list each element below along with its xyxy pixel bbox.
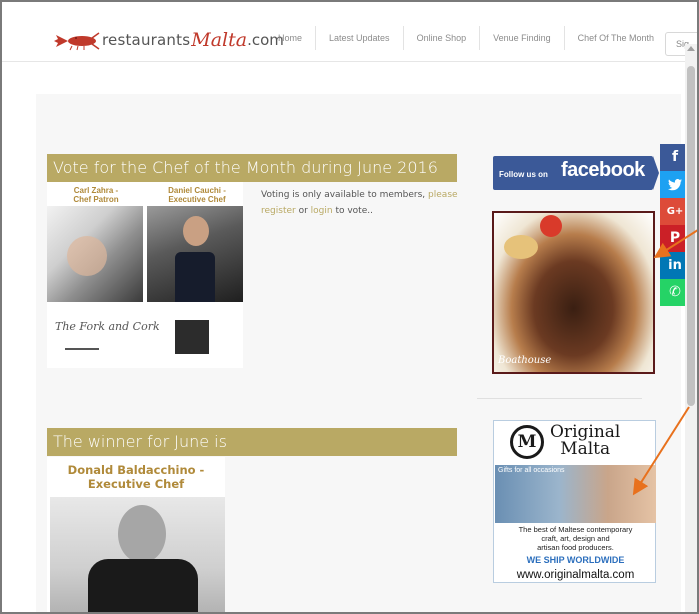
chef-nominees-image: Carl Zahra - Chef Patron Daniel Cauchi -…: [47, 182, 243, 368]
original-malta-logo-icon: M: [510, 425, 544, 459]
winner-banner: The winner for June is: [47, 428, 457, 456]
original-malta-ship-text: WE SHIP WORLDWIDE: [526, 555, 625, 565]
vote-text-before: Voting is only available to members,: [261, 190, 429, 200]
scrollbar-thumb[interactable]: [687, 66, 695, 406]
vertical-scrollbar[interactable]: [685, 44, 697, 612]
om-desc-line3: artisan food producers.: [537, 543, 614, 552]
chef-photo-right: [147, 206, 243, 302]
original-malta-title-line2: Malta: [560, 439, 611, 459]
main-nav: Home Latest Updates Online Shop Venue Fi…: [265, 26, 667, 50]
vote-text-after: to vote..: [332, 206, 373, 216]
restaurant-logo-box: [175, 320, 209, 354]
facebook-arrow-icon: [653, 156, 659, 190]
logo-text-prefix: restaurants: [102, 31, 191, 49]
nav-home[interactable]: Home: [265, 26, 315, 50]
chef-caption-left: Carl Zahra - Chef Patron: [73, 186, 119, 204]
nav-venue-finding[interactable]: Venue Finding: [479, 26, 564, 50]
site-header: restaurants Malta .com Home Latest Updat…: [2, 2, 697, 62]
nav-online-shop[interactable]: Online Shop: [402, 26, 480, 50]
winner-name: Donald Baldacchino -: [67, 463, 205, 477]
nav-latest-updates[interactable]: Latest Updates: [315, 26, 403, 50]
fork-icon: [65, 348, 99, 350]
steak-ad-brand: Boathouse: [498, 355, 552, 366]
original-malta-url[interactable]: www.originalmalta.com: [494, 569, 657, 581]
facebook-follow-small-text: Follow us on: [499, 170, 548, 179]
original-malta-advertisement[interactable]: M Original Malta Gifts for all occasions…: [493, 420, 656, 583]
restaurant-logo: The Fork and Cork: [55, 320, 160, 333]
om-desc-line1: The best of Maltese contemporary: [518, 525, 633, 534]
winner-role: Executive Chef: [87, 477, 185, 491]
original-malta-tagline: Gifts for all occasions: [498, 467, 565, 474]
browser-viewport: restaurants Malta .com Home Latest Updat…: [0, 0, 699, 614]
winner-image: Donald Baldacchino - Executive Chef: [47, 457, 225, 612]
steak-advertisement[interactable]: Boathouse: [492, 211, 655, 374]
original-malta-description: The best of Maltese contemporary craft, …: [494, 525, 657, 552]
original-malta-title: Original Malta: [550, 424, 620, 458]
scroll-up-icon[interactable]: [687, 46, 695, 51]
facebook-follow-big-text: facebook: [561, 159, 645, 181]
site-logo[interactable]: restaurants Malta .com: [52, 29, 284, 51]
potato-graphic: [504, 235, 538, 259]
tomato-graphic: [540, 215, 562, 237]
om-desc-line2: craft, art, design and: [541, 534, 610, 543]
winner-photo: [50, 497, 225, 612]
login-link[interactable]: login: [311, 206, 333, 216]
lobster-icon: [54, 32, 100, 51]
sidebar-divider: [477, 398, 642, 399]
vote-text-or: or: [295, 206, 311, 216]
vote-message: Voting is only available to members, ple…: [261, 187, 461, 219]
vote-banner: Vote for the Chef of the Month during Ju…: [47, 154, 457, 182]
original-malta-photo: Gifts for all occasions: [495, 465, 656, 523]
facebook-follow-button[interactable]: Follow us on facebook: [493, 156, 653, 190]
chef-caption-right: Daniel Cauchi - Executive Chef: [168, 186, 226, 204]
winner-caption: Donald Baldacchino - Executive Chef: [47, 463, 225, 491]
nav-chef-of-the-month[interactable]: Chef Of The Month: [563, 26, 667, 50]
chef-photo-left: [47, 206, 143, 302]
logo-text-script: Malta: [191, 29, 248, 51]
